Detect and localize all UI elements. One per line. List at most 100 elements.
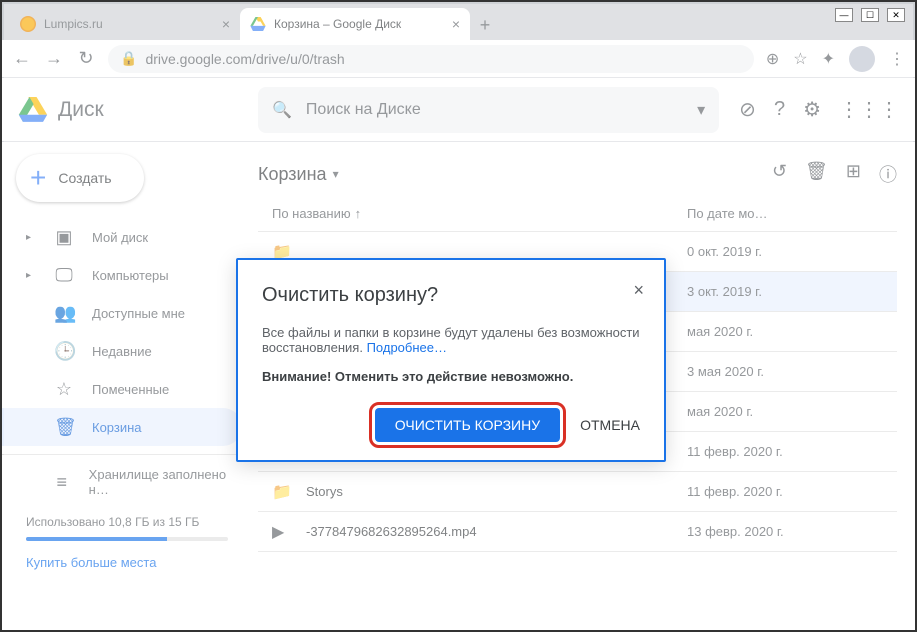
toolbar-icons: ⊕ ☆ ✦ ⋮ [766,46,905,72]
sidebar-item-label: Корзина [92,420,142,435]
create-label: Создать [58,170,111,186]
drive-icon [250,17,266,31]
close-icon[interactable]: × [452,16,460,32]
drive-icon: ▣ [54,227,74,248]
col-name[interactable]: По названию↑ [272,206,687,221]
file-date: 3 окт. 2019 г. [687,284,887,299]
gear-icon[interactable]: ⚙ [803,97,821,122]
dialog-warning: Внимание! Отменить это действие невозмож… [262,369,640,384]
content-header: Корзина▾ ↺ 🗑 ⊞ ⓘ [258,156,897,192]
delete-icon[interactable]: 🗑 [805,161,828,187]
back-button[interactable]: ← [12,48,32,69]
extension-icon[interactable]: ✦ [822,49,835,69]
maximize-button[interactable]: ☐ [861,8,879,22]
reload-button[interactable]: ↻ [76,48,96,69]
browser-tab-0[interactable]: Lumpics.ru × [10,8,240,40]
dialog-body: Все файлы и папки в корзине будут удален… [262,325,640,355]
chevron-down-icon: ▾ [333,167,339,181]
file-name: Storys [306,484,687,499]
star-icon: ☆ [54,379,74,400]
chevron-right-icon: ▸ [26,270,36,281]
drive-logo-icon [18,97,48,123]
col-date[interactable]: По дате мо… [687,206,887,221]
favicon-icon [20,16,36,32]
sidebar-item-label: Недавние [92,344,152,359]
install-icon[interactable]: ⊕ [766,49,779,69]
profile-avatar[interactable] [849,46,875,72]
drive-header: Диск 🔍 Поиск на Диске ▾ ⊘ ? ⚙ ⋮⋮⋮ [2,78,915,142]
file-date: 0 окт. 2019 г. [687,244,887,259]
new-tab-button[interactable]: + [470,10,500,40]
buy-storage-link[interactable]: Купить больше места [26,555,228,570]
video-icon: ▶ [272,522,292,542]
trash-icon: 🗑 [54,417,74,438]
empty-trash-dialog: × Очистить корзину? Все файлы и папки в … [236,258,666,462]
sidebar-item-storage[interactable]: ≡ Хранилище заполнено н… [2,463,242,501]
sidebar-item-recent[interactable]: 🕒Недавние [2,332,242,370]
sidebar-item-label: Помеченные [92,382,169,397]
browser-tab-1[interactable]: Корзина – Google Диск × [240,8,470,40]
storage-icon: ≡ [53,472,71,493]
page-title[interactable]: Корзина▾ [258,164,339,185]
file-date: 3 мая 2020 г. [687,364,887,379]
column-headers: По названию↑ По дате мо… [258,192,897,232]
content-tools: ↺ 🗑 ⊞ ⓘ [772,161,897,187]
sidebar-item-mydrive[interactable]: ▸ ▣ Мой диск [2,218,242,256]
minimize-button[interactable]: — [835,8,853,22]
sidebar-item-computers[interactable]: ▸🖵Компьютеры [2,256,242,294]
sidebar-item-label: Мой диск [92,230,148,245]
storage-section: Использовано 10,8 ГБ из 15 ГБ Купить бол… [2,501,252,584]
dialog-actions: ОЧИСТИТЬ КОРЗИНУ ОТМЕНА [262,408,640,442]
plus-icon: + [30,164,46,192]
close-icon[interactable]: × [222,16,230,32]
window-controls: — ☐ ✕ [835,8,905,22]
drive-logo[interactable]: Диск [18,97,238,123]
cancel-button[interactable]: ОТМЕНА [580,417,640,433]
menu-icon[interactable]: ⋮ [889,49,905,69]
url-text: drive.google.com/drive/u/0/trash [145,51,344,67]
address-bar[interactable]: 🔒 drive.google.com/drive/u/0/trash [108,45,754,73]
header-icons: ⊘ ? ⚙ ⋮⋮⋮ [739,97,899,122]
file-name: -3778479682632895264.mp4 [306,524,687,539]
sidebar-item-trash[interactable]: 🗑 Корзина [2,408,242,446]
status-icon[interactable]: ⊘ [739,97,756,122]
restore-icon[interactable]: ↺ [772,161,787,187]
file-date: 11 февр. 2020 г. [687,444,887,459]
url-bar: ← → ↻ 🔒 drive.google.com/drive/u/0/trash… [2,40,915,78]
apps-icon[interactable]: ⋮⋮⋮ [839,97,899,122]
file-date: 11 февр. 2020 г. [687,484,887,499]
table-row[interactable]: 📁Storys11 февр. 2020 г. [258,472,897,512]
search-icon: 🔍 [272,100,292,120]
table-row[interactable]: ▶ -3778479682632895264.mp413 февр. 2020 г… [258,512,897,552]
close-icon[interactable]: × [633,280,644,301]
sidebar-item-shared[interactable]: 👥 Доступные мне [2,294,242,332]
star-icon[interactable]: ☆ [793,49,807,69]
drive-logo-text: Диск [58,98,104,122]
storage-used-text: Использовано 10,8 ГБ из 15 ГБ [26,515,228,529]
info-icon[interactable]: ⓘ [879,161,897,187]
grid-icon[interactable]: ⊞ [846,161,861,187]
create-button[interactable]: + Создать [16,154,144,202]
shared-icon: 👥 [54,303,74,324]
file-date: мая 2020 г. [687,324,887,339]
storage-bar [26,537,228,541]
storage-fill [26,537,167,541]
sidebar-item-label: Хранилище заполнено н… [89,467,232,497]
search-placeholder: Поиск на Диске [306,101,683,119]
chevron-down-icon[interactable]: ▾ [697,100,705,120]
forward-button[interactable]: → [44,48,64,69]
more-link[interactable]: Подробнее… [367,340,447,355]
sidebar: + Создать ▸▣Мой диск ▸🖵Компьютеры 👥Досту… [2,142,252,630]
confirm-button[interactable]: ОЧИСТИТЬ КОРЗИНУ [375,408,560,442]
lock-icon: 🔒 [120,50,137,67]
computer-icon: 🖵 [54,265,74,286]
sidebar-item-starred[interactable]: ☆ Помеченные [2,370,242,408]
tab-title: Корзина – Google Диск [274,17,401,31]
chevron-right-icon: ▸ [26,232,36,243]
help-icon[interactable]: ? [774,98,785,121]
tab-bar: Lumpics.ru × Корзина – Google Диск × + [2,2,915,40]
sidebar-item-label: Доступные мне [92,306,185,321]
search-box[interactable]: 🔍 Поиск на Диске ▾ [258,87,719,133]
close-button[interactable]: ✕ [887,8,905,22]
file-date: 13 февр. 2020 г. [687,524,887,539]
